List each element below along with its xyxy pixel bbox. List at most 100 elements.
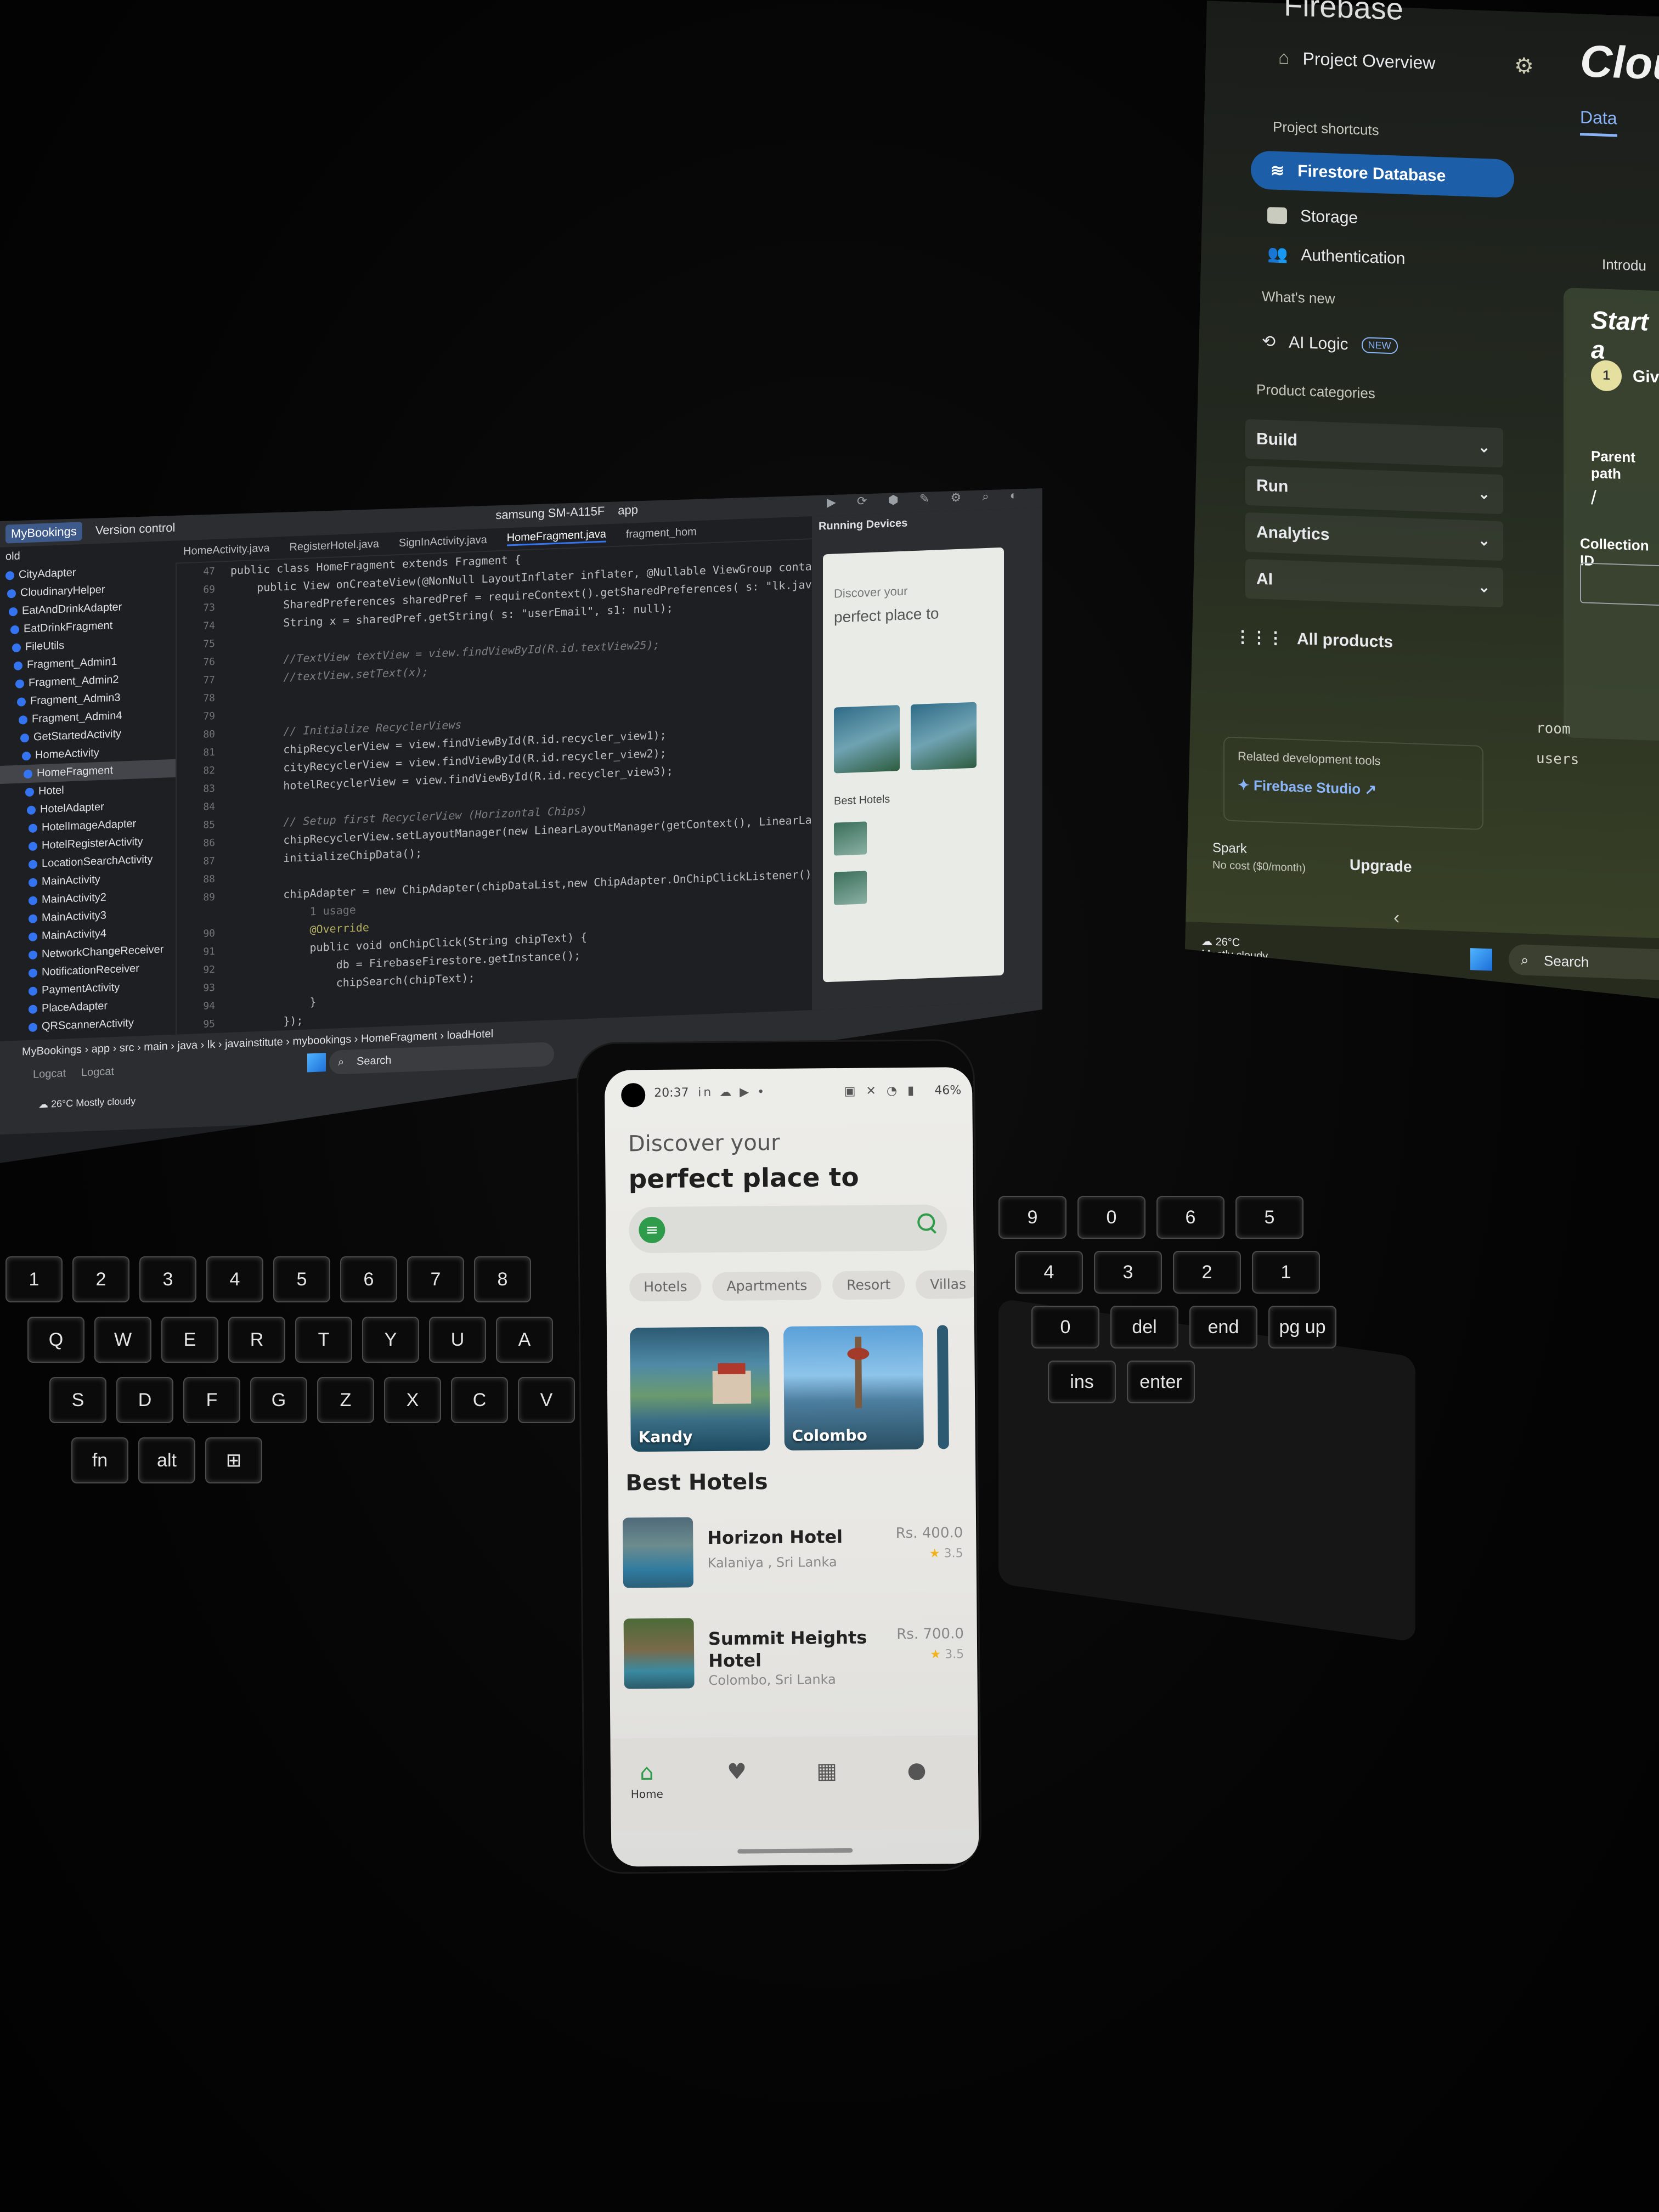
hotel-card[interactable]: Summit Heights Hotel Colombo, Sri Lanka … [623, 1616, 964, 1695]
keyboard-key[interactable]: C [451, 1377, 508, 1423]
search-bar[interactable]: ≡ [629, 1204, 947, 1254]
keyboard-key[interactable]: 5 [1235, 1196, 1304, 1239]
keyboard-key[interactable]: 2 [1173, 1251, 1241, 1294]
chip-villas[interactable]: Villas [916, 1269, 979, 1299]
city-card-colombo[interactable]: Colombo [783, 1325, 924, 1451]
city-card-partial[interactable] [936, 1325, 949, 1449]
keyboard-key[interactable]: F [183, 1377, 240, 1423]
filter-icon[interactable]: ≡ [639, 1216, 665, 1244]
nav-ai-logic[interactable]: ⟲ AI Logic NEW [1262, 332, 1398, 356]
all-products-link[interactable]: ⋮⋮⋮ All products [1234, 627, 1393, 652]
keyboard-key[interactable]: U [429, 1317, 486, 1363]
tree-item-label: HotelAdapter [40, 800, 104, 816]
taskbar-search[interactable]: ⌕ Search [1509, 944, 1659, 981]
keyboard-key[interactable]: A [496, 1317, 553, 1363]
keyboard-key[interactable]: 1 [5, 1256, 63, 1302]
collection-id-input[interactable] [1580, 562, 1659, 607]
mirror-hotel-thumb [834, 821, 867, 856]
windows-start-icon[interactable] [1470, 948, 1492, 971]
logcat-tab[interactable]: Logcat [33, 1067, 66, 1080]
keyboard-key[interactable]: 3 [1094, 1251, 1162, 1294]
category-analytics[interactable]: Analytics ⌄ [1245, 512, 1503, 561]
keyboard-key[interactable]: 8 [474, 1256, 531, 1302]
tab-data[interactable]: Data [1580, 107, 1617, 137]
keyboard-key[interactable]: fn [71, 1437, 128, 1483]
category-ai[interactable]: AI ⌄ [1245, 558, 1503, 608]
firebase-studio-link[interactable]: ✦ Firebase Studio ↗ [1238, 776, 1376, 798]
keyboard-key[interactable]: V [518, 1377, 575, 1423]
nav-profile[interactable]: ● [900, 1758, 933, 1784]
editor-tab[interactable]: fragment_hom [626, 526, 697, 541]
chip-resort[interactable]: Resort [832, 1270, 905, 1300]
keyboard-key[interactable]: 0 [1031, 1306, 1099, 1348]
weather-widget[interactable]: ☁ 26°C Mostly cloudy [1201, 934, 1268, 963]
toolbar-icons[interactable]: ▶ ⟳ ⬢ ✎ ⚙ ⌕ ◐ [827, 488, 1026, 510]
keyboard-key[interactable]: Z [317, 1377, 374, 1423]
keyboard-key[interactable]: del [1110, 1306, 1178, 1348]
keyboard-key[interactable]: R [228, 1317, 285, 1363]
keyboard-key[interactable]: ⊞ [205, 1437, 262, 1483]
keyboard-key[interactable]: 5 [273, 1256, 330, 1302]
collapse-sidebar-icon[interactable]: ‹ [1393, 907, 1400, 928]
chip-hotels[interactable]: Hotels [629, 1272, 702, 1302]
nav-authentication[interactable]: 👥 Authentication [1267, 244, 1406, 268]
keyboard-key[interactable]: W [94, 1317, 151, 1363]
keyboard-key[interactable]: 4 [1015, 1251, 1083, 1294]
collection-item[interactable]: users [1536, 750, 1579, 768]
category-run[interactable]: Run ⌄ [1245, 465, 1503, 515]
code-editor[interactable]: public class HomeFragment extends Fragme… [230, 539, 904, 1101]
keyboard-key[interactable]: Y [362, 1317, 419, 1363]
keyboard-key[interactable]: Q [27, 1317, 84, 1363]
keyboard-key[interactable]: X [384, 1377, 441, 1423]
hotel-card[interactable]: Horizon Hotel Kalaniya , Sri Lanka Rs. 4… [622, 1515, 963, 1594]
keyboard-key[interactable]: 6 [340, 1256, 397, 1302]
keyboard-key[interactable]: 4 [206, 1256, 263, 1302]
windows-start-icon[interactable] [307, 1053, 326, 1073]
editor-tab[interactable]: HomeFragment.java [506, 528, 606, 546]
city-card-kandy[interactable]: Kandy [629, 1327, 770, 1452]
keyboard-key[interactable]: T [295, 1317, 352, 1363]
keyboard-key[interactable]: D [116, 1377, 173, 1423]
editor-tab[interactable]: SignInActivity.java [399, 533, 487, 549]
keyboard-key[interactable]: 2 [72, 1256, 129, 1302]
weather-widget[interactable]: ☁ 26°C Mostly cloudy [38, 1095, 136, 1110]
nav-storage[interactable]: Storage [1267, 206, 1358, 228]
keyboard-key[interactable]: 6 [1156, 1196, 1224, 1239]
gear-icon[interactable]: ⚙ [1514, 53, 1534, 79]
device-mirror[interactable]: Discover your perfect place to Best Hote… [823, 547, 1004, 983]
keyboard-key[interactable]: ins [1048, 1361, 1116, 1403]
nav-firestore[interactable]: ≋ Firestore Database [1251, 150, 1514, 198]
tree-items: CityAdapter CloudinaryHelper EatAndDrinkAd… [0, 560, 176, 1056]
keyboard-key[interactable]: 0 [1077, 1196, 1146, 1239]
category-build[interactable]: Build ⌄ [1245, 419, 1503, 468]
keyboard-key[interactable]: pg up [1268, 1306, 1336, 1348]
nav-home[interactable]: ⌂ Home [630, 1760, 664, 1801]
editor-tab[interactable]: RegisterHotel.java [289, 538, 379, 554]
nav-favorites[interactable]: ♥ [720, 1759, 753, 1785]
vcs-menu[interactable]: Version control [95, 521, 176, 538]
keyboard-key[interactable]: 7 [407, 1256, 464, 1302]
upgrade-button[interactable]: Upgrade [1350, 856, 1412, 876]
keyboard-key[interactable]: alt [138, 1437, 195, 1483]
keyboard-key[interactable]: E [161, 1317, 218, 1363]
project-selector[interactable]: MyBookings [5, 522, 82, 544]
keyboard-key[interactable]: enter [1127, 1361, 1195, 1403]
home-indicator[interactable] [737, 1848, 853, 1854]
editor-tab[interactable]: HomeActivity.java [183, 542, 269, 558]
keyboard-key[interactable]: S [49, 1377, 106, 1423]
nav-bookings[interactable]: ▦ [810, 1758, 843, 1784]
chip-apartments[interactable]: Apartments [712, 1271, 822, 1301]
device-selector[interactable]: samsung SM-A115F [495, 504, 605, 523]
keyboard-key[interactable]: G [250, 1377, 307, 1423]
collection-item[interactable]: room [1536, 720, 1571, 737]
class-icon [27, 805, 36, 815]
taskbar-search[interactable]: ⌕ Search [329, 1042, 554, 1075]
project-overview-link[interactable]: ⌂ Project Overview [1278, 47, 1435, 74]
run-config-selector[interactable]: app [618, 503, 638, 517]
keyboard-key[interactable]: 3 [139, 1256, 196, 1302]
keyboard-key[interactable]: 1 [1252, 1251, 1320, 1294]
logcat-tab[interactable]: Logcat [81, 1065, 114, 1079]
search-icon[interactable] [917, 1213, 936, 1234]
keyboard-key[interactable]: 9 [998, 1196, 1066, 1239]
keyboard-key[interactable]: end [1189, 1306, 1257, 1348]
